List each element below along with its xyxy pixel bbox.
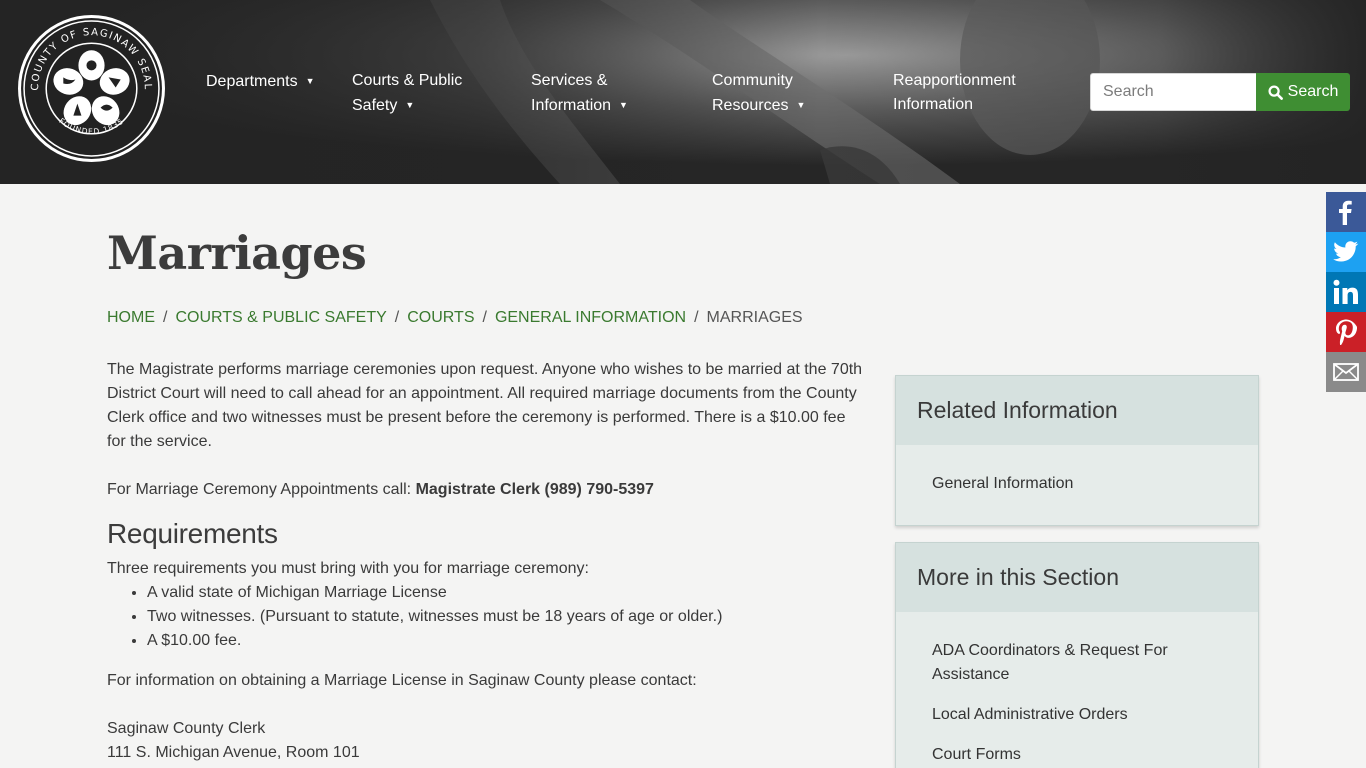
share-facebook-button[interactable] [1326, 192, 1366, 232]
breadcrumb-separator: / [163, 309, 168, 326]
page-title: Marriages [107, 226, 367, 280]
search-button[interactable]: Search [1256, 73, 1350, 111]
breadcrumb-separator: / [694, 309, 699, 326]
share-email-button[interactable] [1326, 352, 1366, 392]
more-in-section-panel: More in this Section ADA Coordinators & … [895, 542, 1259, 768]
site-header: COUNTY OF SAGINAW SEAL FOUNDED 1835 Depa… [0, 0, 1366, 184]
breadcrumb-separator: / [482, 309, 487, 326]
breadcrumb-courts[interactable]: COURTS [407, 309, 474, 326]
list-item: A $10.00 fee. [147, 629, 867, 653]
share-twitter-button[interactable] [1326, 232, 1366, 272]
nav-label: Departments [206, 73, 298, 90]
dropdown-caret-icon: ▼ [619, 100, 628, 110]
requirements-list: A valid state of Michigan Marriage Licen… [147, 581, 867, 653]
breadcrumb: HOME / COURTS & PUBLIC SAFETY / COURTS / GENER… [107, 309, 803, 327]
breadcrumb-courts-public-safety[interactable]: COURTS & PUBLIC SAFETY [175, 309, 386, 326]
nav-services-information[interactable]: Services & Information ▼ [531, 69, 628, 118]
nav-courts-public-safety[interactable]: Courts & Public Safety ▼ [352, 69, 462, 118]
nav-label: Services & [531, 72, 608, 89]
search-icon [1268, 84, 1283, 100]
dropdown-caret-icon: ▼ [405, 100, 415, 110]
breadcrumb-separator: / [394, 309, 400, 326]
search-input[interactable] [1090, 73, 1257, 111]
related-link-general-information[interactable]: General Information [896, 472, 1258, 496]
address-line: 111 S. Michigan Avenue, Room 101 [107, 744, 360, 761]
dropdown-caret-icon: ▼ [796, 100, 806, 110]
pinterest-icon [1336, 319, 1357, 345]
intro-paragraph: The Magistrate performs marriage ceremon… [107, 361, 863, 450]
nav-label: Resources [712, 97, 789, 114]
panel-title: More in this Section [896, 543, 1258, 612]
nav-label: Safety [352, 97, 398, 114]
facebook-icon [1339, 200, 1352, 225]
breadcrumb-general-information[interactable]: GENERAL INFORMATION [495, 309, 686, 326]
nav-label: Reapportionment [893, 72, 1016, 89]
share-pinterest-button[interactable] [1326, 312, 1366, 352]
appointment-contact: Magistrate Clerk (989) 790-5397 [415, 481, 654, 498]
section-link-ada-coordinators[interactable]: ADA Coordinators & Request For Assistanc… [896, 639, 1258, 687]
nav-reapportionment-information[interactable]: Reapportionment Information [893, 69, 1016, 117]
address-line: Saginaw County Clerk [107, 720, 266, 737]
nav-label: Information [893, 96, 974, 113]
related-information-panel: Related Information General Information [895, 375, 1259, 526]
nav-label: Information [531, 97, 612, 114]
appointment-label: For Marriage Ceremony Appointments call: [107, 481, 412, 498]
list-item: A valid state of Michigan Marriage Licen… [147, 581, 867, 605]
section-link-court-forms[interactable]: Court Forms [896, 743, 1258, 767]
section-link-local-administrative-orders[interactable]: Local Administrative Orders [896, 703, 1258, 727]
main-content: The Magistrate performs marriage ceremon… [107, 358, 867, 765]
dropdown-caret-icon: ▼ [305, 76, 315, 86]
license-info-paragraph: For information on obtaining a Marriage … [107, 672, 697, 689]
breadcrumb-current: MARRIAGES [706, 309, 803, 326]
county-seal-logo[interactable]: COUNTY OF SAGINAW SEAL FOUNDED 1835 [16, 13, 167, 164]
appointment-paragraph: For Marriage Ceremony Appointments call:… [107, 478, 867, 502]
list-item: Two witnesses. (Pursuant to statute, wit… [147, 605, 867, 629]
share-linkedin-button[interactable] [1326, 272, 1366, 312]
twitter-icon [1333, 241, 1359, 262]
nav-label: Courts & Public [352, 72, 463, 89]
email-icon [1333, 363, 1359, 381]
requirements-heading: Requirements [107, 518, 278, 549]
search-button-label: Search [1287, 83, 1339, 100]
breadcrumb-home[interactable]: HOME [107, 309, 155, 326]
requirements-intro: Three requirements you must bring with y… [107, 560, 589, 577]
linkedin-icon [1333, 279, 1358, 304]
nav-departments[interactable]: Departments ▼ [206, 69, 315, 94]
nav-label: Community [712, 72, 793, 89]
panel-title: Related Information [896, 376, 1258, 445]
nav-community-resources[interactable]: Community Resources ▼ [712, 69, 805, 118]
